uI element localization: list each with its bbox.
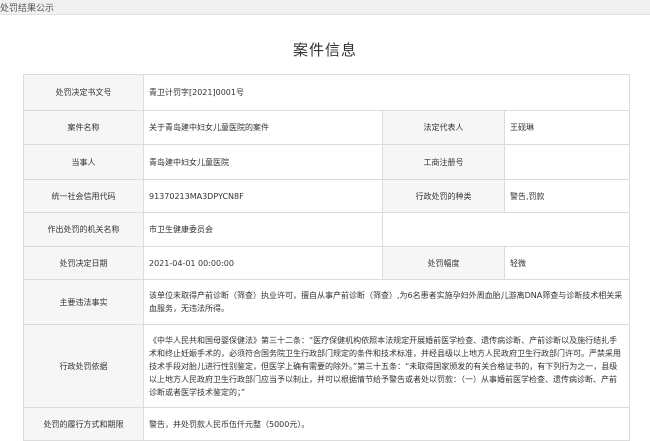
penalty-degree-value: 轻微: [503, 246, 631, 280]
penalty-type-value: 警告,罚款: [503, 179, 631, 213]
decision-date-label: 处罚决定日期: [23, 246, 144, 280]
business-reg-value: [503, 144, 631, 180]
execution-label: 处罚的履行方式和期限: [23, 407, 144, 441]
case-name-value: 关于青岛建中妇女儿童医院的案件: [143, 110, 383, 145]
legal-rep-value: 王砚琳: [503, 110, 631, 145]
table-row: 主要违法事实 该单位未取得产前诊断（筛查）执业许可，擅自从事产前诊断（筛查）,为…: [23, 279, 631, 325]
legal-basis-value: 《中华人民共和国母婴保健法》第三十二条：“医疗保健机构依照本法规定开展婚前医学检…: [142, 324, 631, 408]
execution-value: 警告，并处罚款人民币伍仟元整（5000元）。: [142, 407, 631, 441]
table-row: 处罚决定日期 2021-04-01 00:00:00 处罚幅度 轻微: [23, 246, 631, 280]
legal-basis-label: 行政处罚依据: [23, 324, 144, 408]
table-row: 当事人 青岛建中妇女儿童医院 工商注册号: [23, 144, 631, 180]
doc-number-label: 处罚决定书文号: [23, 74, 144, 111]
table-row: 统一社会信用代码 91370213MA3DPYCN8F 行政处罚的种类 警告,罚…: [23, 179, 631, 213]
business-reg-label: 工商注册号: [382, 144, 505, 180]
legal-rep-label: 法定代表人: [382, 110, 505, 145]
authority-value: 市卫生健康委员会: [143, 212, 383, 247]
doc-number-value: 青卫计罚字[2021]0001号: [142, 74, 631, 111]
empty-cell: [381, 212, 631, 247]
authority-label: 作出处罚的机关名称: [23, 212, 144, 247]
table-row: 作出处罚的机关名称 市卫生健康委员会: [23, 212, 631, 247]
violations-label: 主要违法事实: [23, 279, 144, 325]
credit-code-value: 91370213MA3DPYCN8F: [143, 179, 383, 213]
case-name-label: 案件名称: [23, 110, 144, 145]
case-info-table: 处罚决定书文号 青卫计罚字[2021]0001号 案件名称 关于青岛建中妇女儿童…: [23, 74, 631, 441]
top-bar: 处罚结果公示: [0, 0, 650, 15]
party-value: 青岛建中妇女儿童医院: [143, 144, 383, 180]
credit-code-label: 统一社会信用代码: [23, 179, 144, 213]
party-label: 当事人: [23, 144, 144, 180]
table-row: 处罚的履行方式和期限 警告，并处罚款人民币伍仟元整（5000元）。: [23, 407, 631, 441]
table-row: 案件名称 关于青岛建中妇女儿童医院的案件 法定代表人 王砚琳: [23, 110, 631, 145]
table-row: 行政处罚依据 《中华人民共和国母婴保健法》第三十二条：“医疗保健机构依照本法规定…: [23, 324, 631, 408]
penalty-degree-label: 处罚幅度: [382, 246, 505, 280]
penalty-type-label: 行政处罚的种类: [382, 179, 505, 213]
decision-date-value: 2021-04-01 00:00:00: [143, 246, 383, 280]
page-title: 案件信息: [292, 41, 357, 59]
breadcrumb: 处罚结果公示: [0, 4, 55, 14]
table-row: 处罚决定书文号 青卫计罚字[2021]0001号: [23, 74, 631, 111]
violations-value: 该单位未取得产前诊断（筛查）执业许可，擅自从事产前诊断（筛查）,为6名患者实施孕…: [142, 279, 631, 325]
